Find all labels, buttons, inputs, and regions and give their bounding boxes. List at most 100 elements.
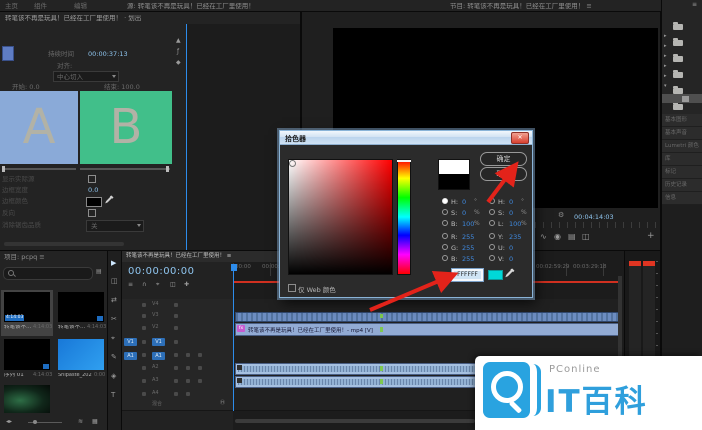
tool-ripple-edit[interactable]: ⇄ <box>111 297 117 304</box>
end-slider-handle[interactable] <box>166 166 169 172</box>
track-header-a2[interactable]: A2 <box>122 362 233 376</box>
tool-hand[interactable]: ◈ <box>111 373 116 380</box>
color-field[interactable] <box>288 159 393 275</box>
track-lock-icon[interactable] <box>142 303 146 307</box>
track-lock-icon[interactable] <box>142 340 146 344</box>
tab-program-monitor[interactable]: 节目: 转笔该不再是玩具！已经在工厂里使用！ ≡ <box>450 3 650 10</box>
thumb-zoom-knob[interactable] <box>33 420 37 424</box>
track-mic-icon[interactable] <box>198 366 202 370</box>
radio-b2[interactable] <box>442 255 448 261</box>
video-clip-main[interactable]: fx 转笔该不再是玩具！已经在工厂里使用！- mp4 [V] <box>235 323 620 336</box>
track-mic-icon[interactable] <box>198 353 202 357</box>
picked-color-swatch[interactable] <box>488 270 503 280</box>
track-eye-icon[interactable] <box>174 340 178 344</box>
dock-tab-info[interactable]: 信息 <box>662 192 702 205</box>
project-item-name[interactable]: 序列 01 <box>4 373 24 379</box>
menu-item-edit[interactable]: 编辑 <box>74 3 87 10</box>
radio-v[interactable] <box>489 255 495 261</box>
folder-icon[interactable] <box>673 56 683 62</box>
project-item-thumb[interactable]: 4:14:03 <box>4 292 50 322</box>
dialog-titlebar[interactable]: 拾色器 ✕ <box>280 131 532 145</box>
cancel-button[interactable]: 取消 <box>480 167 527 181</box>
playhead-marker[interactable] <box>231 264 237 271</box>
project-item-name[interactable]: 转笔该不… <box>4 325 32 331</box>
track-lock-icon[interactable] <box>142 314 146 318</box>
eyedropper-icon[interactable] <box>104 195 114 205</box>
field-value[interactable]: 255 <box>462 244 474 252</box>
track-solo-icon[interactable] <box>186 379 190 383</box>
timeline-tab-active[interactable]: 转笔该不再是玩具！已经在工厂里使用！ ≡ <box>122 251 284 262</box>
project-item-thumb[interactable] <box>58 292 104 322</box>
tool-selection[interactable]: ▶ <box>111 259 116 267</box>
track-solo-icon[interactable] <box>186 353 190 357</box>
effect-controls-zoombar[interactable] <box>4 242 124 246</box>
menu-item-assembly[interactable]: 组件 <box>34 3 47 10</box>
field-value[interactable]: 0 <box>509 209 513 217</box>
add-track-icon[interactable]: ✚ <box>184 282 189 288</box>
dock-tab-libraries[interactable]: 库 <box>662 153 702 166</box>
tool-slip[interactable]: ⌖ <box>111 335 115 342</box>
dock-tab-essential-sound[interactable]: 基本声音 <box>662 127 702 140</box>
field-value[interactable]: 100 <box>509 220 521 228</box>
radio-g[interactable] <box>442 244 448 250</box>
radio-h2[interactable] <box>489 198 495 204</box>
comparison-view-icon[interactable]: ◫ <box>582 233 590 241</box>
alignment-dropdown[interactable]: 中心切入 <box>53 71 119 82</box>
track-eye-icon[interactable] <box>174 314 178 318</box>
bin-row[interactable]: ▾ <box>664 72 667 91</box>
web-only-checkbox[interactable] <box>288 284 296 292</box>
track-header-v1[interactable]: V1 V1 <box>122 335 233 350</box>
hue-slider-marker[interactable] <box>397 160 411 162</box>
field-value[interactable]: 0 <box>509 198 513 206</box>
tool-track-select[interactable]: ◫ <box>111 278 118 285</box>
export-frame-icon[interactable]: ▤ <box>568 233 576 241</box>
settings-gear-icon[interactable]: ⚙ <box>558 212 564 219</box>
track-header-master[interactable]: 混合 Ⓗ <box>122 399 233 411</box>
track-mute-icon[interactable] <box>174 392 178 396</box>
radio-l[interactable] <box>489 220 495 226</box>
tab-source-monitor[interactable]: 源: 转笔该不再是玩具！已经在工厂里使用！ <box>127 3 292 10</box>
project-search-input[interactable] <box>3 267 93 280</box>
start-slider-handle[interactable] <box>2 166 5 172</box>
folder-icon[interactable] <box>673 104 683 110</box>
field-value[interactable]: 255 <box>462 233 474 241</box>
track-lock-icon[interactable] <box>142 326 146 330</box>
track-lock-icon[interactable] <box>142 379 146 383</box>
field-value[interactable]: 0 <box>509 244 513 252</box>
radio-u[interactable] <box>489 244 495 250</box>
video-clip-strip[interactable] <box>235 312 620 322</box>
track-target-a1[interactable]: A1 <box>152 352 165 360</box>
track-eye-icon[interactable] <box>174 326 178 330</box>
ok-button[interactable]: 确定 <box>480 152 527 166</box>
show-sources-checkbox[interactable] <box>88 175 96 183</box>
effect-controls-divider[interactable] <box>186 24 187 250</box>
border-width-value[interactable]: 0.0 <box>88 187 98 194</box>
track-mute-icon[interactable] <box>174 379 178 383</box>
project-readonly-icon[interactable]: ◂▸ <box>6 419 12 425</box>
add-button-icon[interactable]: + <box>647 232 655 241</box>
track-solo-icon[interactable] <box>186 366 190 370</box>
track-header-v2[interactable]: V2 <box>122 322 233 336</box>
field-value[interactable]: 235 <box>509 233 521 241</box>
field-value[interactable]: 0 <box>462 209 466 217</box>
timeline-h-scrollbar[interactable] <box>235 419 475 423</box>
track-lock-icon[interactable] <box>142 353 146 357</box>
timeline-settings-icon[interactable]: ≡ <box>128 282 133 288</box>
track-header-a3[interactable]: A3 <box>122 375 233 389</box>
radio-b[interactable] <box>442 220 448 226</box>
track-mute-icon[interactable] <box>174 353 178 357</box>
dock-tab-lumetri[interactable]: Lumetri 颜色 <box>662 140 702 153</box>
source-patch-v1[interactable]: V1 <box>124 338 137 346</box>
hue-slider[interactable] <box>397 159 411 275</box>
linked-selection-icon[interactable]: ⌖ <box>156 282 159 288</box>
color-field-selector[interactable] <box>289 160 296 167</box>
close-button[interactable]: ✕ <box>511 132 529 144</box>
radio-s[interactable] <box>442 209 448 215</box>
panel-menu-icon[interactable]: ≡ <box>692 2 697 8</box>
project-panel-tab[interactable]: 项目: pcpq ≡ <box>4 254 102 261</box>
folder-icon[interactable] <box>673 40 683 46</box>
field-value[interactable]: 255 <box>462 255 474 263</box>
snap-magnet-icon[interactable]: ∩ <box>142 282 146 288</box>
record-icon[interactable]: ◉ <box>554 233 561 241</box>
dock-tab-essential-graphics[interactable]: 基本图形 <box>662 114 702 127</box>
